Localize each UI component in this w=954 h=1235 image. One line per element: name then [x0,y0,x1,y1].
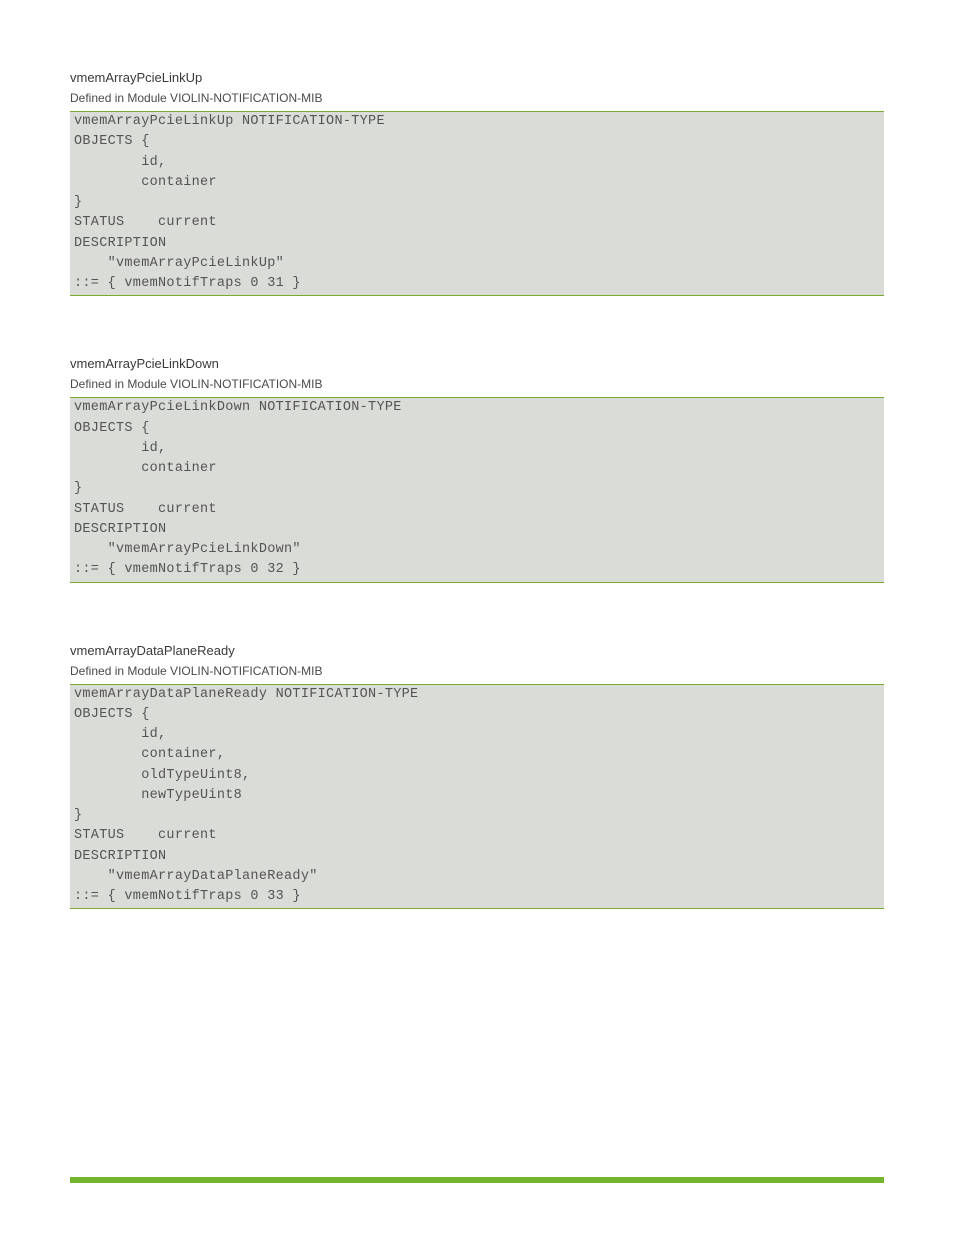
section-data-plane-ready: vmemArrayDataPlaneReady Defined in Modul… [70,643,884,910]
content-area: vmemArrayPcieLinkUp Defined in Module VI… [0,0,954,909]
code-block: vmemArrayPcieLinkUp NOTIFICATION-TYPE OB… [70,111,884,296]
section-heading: vmemArrayPcieLinkUp [70,70,884,85]
section-heading: vmemArrayPcieLinkDown [70,356,884,371]
section-subheading: Defined in Module VIOLIN-NOTIFICATION-MI… [70,91,884,105]
footer-bar [70,1177,884,1183]
code-block: vmemArrayDataPlaneReady NOTIFICATION-TYP… [70,684,884,910]
section-heading: vmemArrayDataPlaneReady [70,643,884,658]
section-pcie-link-up: vmemArrayPcieLinkUp Defined in Module VI… [70,70,884,296]
section-pcie-link-down: vmemArrayPcieLinkDown Defined in Module … [70,356,884,582]
section-subheading: Defined in Module VIOLIN-NOTIFICATION-MI… [70,664,884,678]
section-subheading: Defined in Module VIOLIN-NOTIFICATION-MI… [70,377,884,391]
code-block: vmemArrayPcieLinkDown NOTIFICATION-TYPE … [70,397,884,582]
